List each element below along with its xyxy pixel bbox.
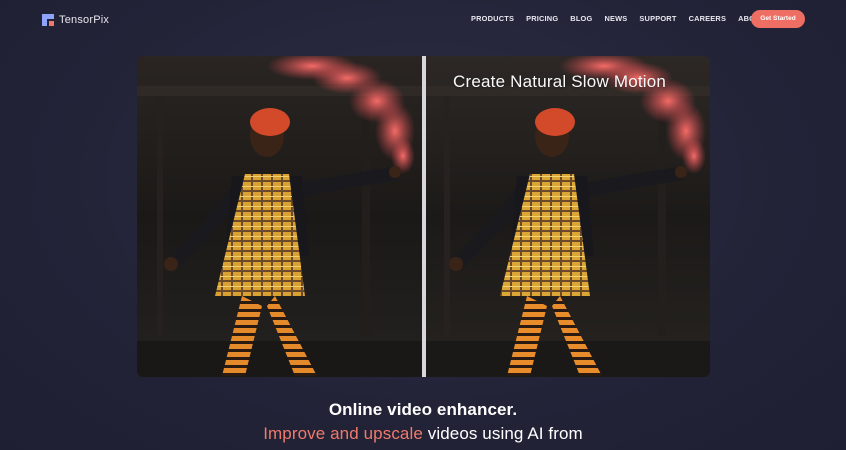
original-video-panel <box>137 56 422 377</box>
brand-name: TensorPix <box>59 14 110 26</box>
nav-pricing[interactable]: PRICING <box>526 14 558 23</box>
hero-subheadline-accent: Improve and upscale <box>263 424 423 443</box>
nav-news[interactable]: NEWS <box>604 14 627 23</box>
nav-products[interactable]: PRODUCTS <box>471 14 514 23</box>
nav-blog[interactable]: BLOG <box>570 14 592 23</box>
hero-subheadline: Improve and upscale videos using AI from <box>0 424 846 444</box>
get-started-button[interactable]: Get Started <box>751 10 805 28</box>
brand-logo[interactable]: TensorPix <box>42 12 109 28</box>
dancer-scene-image-enhanced <box>426 56 710 377</box>
site-header: TensorPix PRODUCTS PRICING BLOG NEWS SUP… <box>0 0 846 38</box>
video-caption: Create Natural Slow Motion <box>453 72 667 91</box>
hero-headline: Online video enhancer. <box>328 400 518 419</box>
dancer-scene-image <box>137 56 422 377</box>
enhanced-video-panel: Create Natural Slow Motion <box>426 56 710 377</box>
hero-subheadline-rest: videos using AI from <box>422 424 583 443</box>
nav-careers[interactable]: CAREERS <box>689 14 727 23</box>
tensorpix-logo-icon <box>42 14 54 26</box>
hero-video-comparison[interactable]: Create Natural Slow Motion <box>137 56 710 377</box>
nav-support[interactable]: SUPPORT <box>639 14 676 23</box>
main-nav: PRODUCTS PRICING BLOG NEWS SUPPORT CAREE… <box>471 14 777 23</box>
